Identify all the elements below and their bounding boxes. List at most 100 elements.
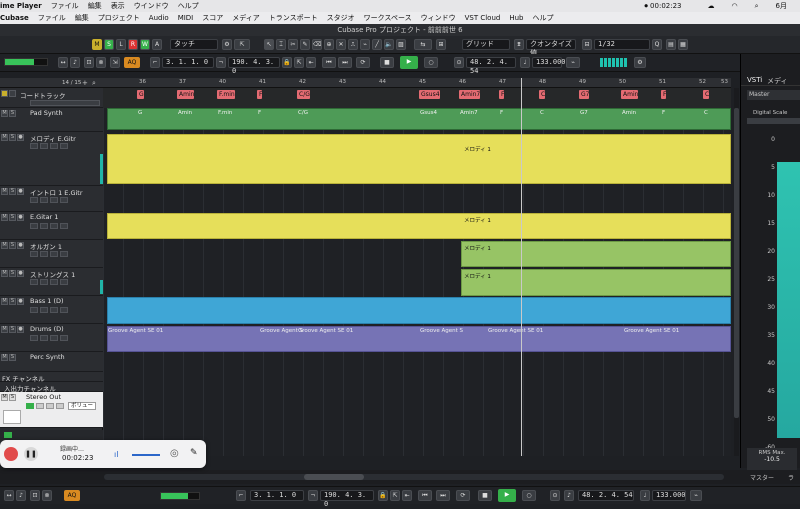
bass-part[interactable]: [107, 297, 731, 324]
strings-solo-button[interactable]: S: [9, 270, 16, 277]
mode-r-button[interactable]: R: [128, 39, 138, 50]
color-tool-icon[interactable]: ▨: [396, 39, 406, 50]
track-drums[interactable]: M S ● Drums (D): [0, 324, 103, 352]
edit-button[interactable]: [60, 223, 68, 229]
record-button[interactable]: ○: [522, 490, 536, 501]
chord-event[interactable]: F: [257, 90, 263, 99]
tempo-field[interactable]: 133.000: [532, 57, 566, 68]
monitor-button[interactable]: [30, 143, 38, 149]
menu-c-file[interactable]: ファイル: [38, 13, 66, 23]
perc-solo-button[interactable]: S: [9, 354, 16, 361]
go-to-start-button[interactable]: ⏮: [322, 57, 336, 68]
snap-toggle-icon[interactable]: ⊞: [436, 39, 446, 50]
track-stereo-out[interactable]: MS Stereo Out ボリュー: [0, 392, 103, 428]
right-locator-icon[interactable]: ¬: [308, 490, 318, 501]
menu-cubase[interactable]: Cubase: [0, 14, 29, 22]
wifi-icon[interactable]: ◠: [732, 2, 738, 10]
auto-scroll-icon[interactable]: ⊗: [96, 57, 106, 68]
cycle-button[interactable]: ⟳: [456, 490, 470, 501]
right-locator-field[interactable]: 190. 4. 3. 0: [320, 490, 374, 508]
write-button[interactable]: [50, 307, 58, 313]
pad-synth-part[interactable]: G Amin F.min F C/G Gsus4 Amin7 F C G7 Amin F C: [107, 108, 731, 130]
edit-button[interactable]: [60, 251, 68, 257]
intro-mute-button[interactable]: M: [1, 188, 8, 195]
search-icon[interactable]: ⌕: [755, 2, 759, 11]
vertical-scrollbar[interactable]: [734, 88, 739, 456]
monitor-button[interactable]: [30, 197, 38, 203]
pencil-tool-icon[interactable]: ✎: [300, 39, 310, 50]
edit-button[interactable]: [60, 197, 68, 203]
menu-c-score[interactable]: スコア: [202, 13, 223, 23]
tab-loudness[interactable]: ラ: [788, 473, 794, 482]
chord-lock-icon[interactable]: [9, 90, 16, 97]
tempo-track-icon[interactable]: ⌁: [566, 57, 580, 68]
chord-event[interactable]: C: [539, 90, 546, 99]
master-select[interactable]: Master: [747, 90, 800, 100]
strings-rec-button[interactable]: ●: [17, 270, 24, 277]
strings-part[interactable]: メロディ 1: [461, 269, 731, 296]
tab-vsti[interactable]: VSTi: [747, 76, 762, 84]
line-tool-icon[interactable]: ╱: [372, 39, 382, 50]
intro-rec-button[interactable]: ●: [17, 188, 24, 195]
time-warp-icon[interactable]: ⌁: [360, 39, 370, 50]
pause-recording-button[interactable]: ❚❚: [24, 447, 38, 461]
pen-icon[interactable]: ✎: [190, 448, 198, 458]
write-button[interactable]: [50, 223, 58, 229]
egitar-part[interactable]: メロディ 1: [107, 213, 731, 239]
position-marker-icon[interactable]: ⊙: [550, 490, 560, 501]
playhead-cursor[interactable]: [521, 78, 522, 456]
transport-settings-icon[interactable]: ⚙: [634, 57, 646, 68]
menu-help[interactable]: ヘルプ: [178, 1, 199, 11]
out-link-button[interactable]: [56, 403, 64, 409]
menu-c-window[interactable]: ウィンドウ: [421, 13, 456, 23]
cloud-icon[interactable]: ☁: [708, 2, 715, 10]
metronome-icon[interactable]: ♪: [70, 57, 80, 68]
cycle-lock-icon[interactable]: 🔒: [282, 57, 292, 68]
mode-a-button[interactable]: A: [152, 39, 162, 50]
track-pad-synth[interactable]: MS Pad Synth: [0, 108, 103, 132]
arrow-tool-icon[interactable]: ⇱: [234, 39, 250, 50]
go-to-start-button[interactable]: ⏮: [418, 490, 432, 501]
intro-solo-button[interactable]: S: [9, 188, 16, 195]
melody-part[interactable]: メロディ 1: [107, 134, 731, 184]
menu-c-hub[interactable]: Hub: [509, 14, 523, 22]
egitar-solo-button[interactable]: S: [9, 214, 16, 221]
chord-event[interactable]: F: [661, 90, 667, 99]
quantize-value-select[interactable]: 1/32: [594, 39, 650, 50]
melody-solo-button[interactable]: S: [9, 134, 16, 141]
mode-s-button[interactable]: S: [104, 39, 114, 50]
play-button[interactable]: ▶: [498, 489, 516, 502]
aq-button[interactable]: AQ: [64, 490, 80, 501]
monitor-button[interactable]: [30, 223, 38, 229]
snap-type-select[interactable]: グリッド: [462, 39, 510, 50]
tab-media[interactable]: メディ: [767, 76, 788, 86]
write-button[interactable]: [50, 279, 58, 285]
position-display[interactable]: 48. 2. 4. 54: [466, 57, 516, 75]
record-button[interactable]: ○: [424, 57, 438, 68]
menu-view[interactable]: 表示: [111, 1, 125, 11]
right-locator-icon[interactable]: ¬: [216, 57, 226, 68]
monitor-button[interactable]: [30, 335, 38, 341]
write-button[interactable]: [50, 251, 58, 257]
bass-solo-button[interactable]: S: [9, 298, 16, 305]
record-indicator[interactable]: ⏺ 00:02:23: [644, 2, 690, 11]
tempo-icon[interactable]: ♩: [640, 490, 650, 501]
bass-rec-button[interactable]: ●: [17, 298, 24, 305]
track-add-icon[interactable]: +: [82, 79, 88, 87]
drums-solo-button[interactable]: S: [9, 326, 16, 333]
track-intro[interactable]: M S ● イントロ 1 E.Gitr: [0, 186, 103, 212]
out-read-button[interactable]: [26, 403, 34, 409]
tab-master[interactable]: マスター: [750, 473, 774, 482]
mode-l-button[interactable]: L: [116, 39, 126, 50]
tempo-field[interactable]: 133.000: [652, 490, 686, 501]
app-name[interactable]: ime Player: [0, 2, 42, 10]
play-tool-icon[interactable]: 🔈: [384, 39, 394, 50]
tempo-track-icon[interactable]: ⌁: [690, 490, 702, 501]
write-button[interactable]: [50, 197, 58, 203]
out-volume-field[interactable]: ボリュー: [68, 402, 96, 410]
pre-roll-icon[interactable]: ⇤: [402, 490, 412, 501]
mute-tool-icon[interactable]: ✕: [336, 39, 346, 50]
egitar-rec-button[interactable]: ●: [17, 214, 24, 221]
menu-c-transport[interactable]: トランスポート: [269, 13, 318, 23]
settings-icon[interactable]: ⚙: [222, 39, 232, 50]
